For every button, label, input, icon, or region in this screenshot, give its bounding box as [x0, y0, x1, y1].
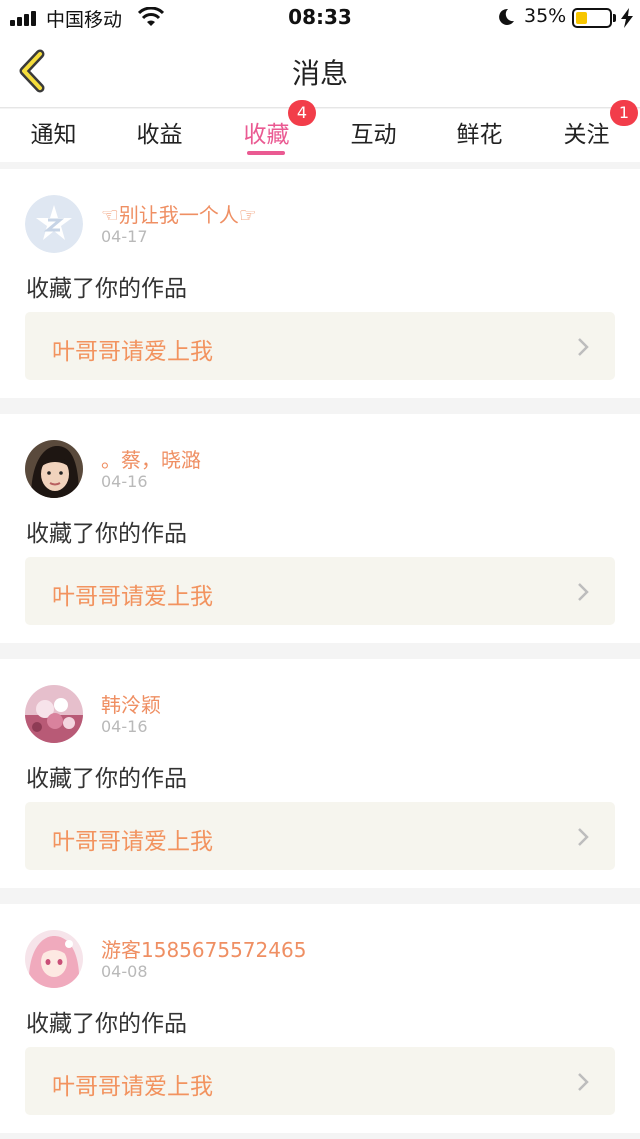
chevron-right-icon: [578, 1073, 589, 1091]
work-link[interactable]: 叶哥哥请爱上我: [25, 1047, 615, 1115]
tab-earnings[interactable]: 收益: [106, 115, 213, 149]
action-text: 收藏了你的作品: [26, 1011, 187, 1037]
item-date: 04-16: [101, 472, 148, 491]
item-date: 04-16: [101, 717, 148, 736]
work-title: 叶哥哥请爱上我: [52, 1074, 213, 1100]
chevron-right-icon: [578, 583, 589, 601]
active-tab-indicator: [247, 151, 285, 155]
avatar[interactable]: [25, 685, 83, 743]
avatar[interactable]: [25, 195, 83, 253]
user-name[interactable]: 韩泠颖: [101, 689, 161, 718]
list-item: 。蔡，晓潞 04-16 收藏了你的作品 叶哥哥请爱上我: [0, 414, 640, 643]
tabs-divider: [0, 162, 640, 168]
work-link[interactable]: 叶哥哥请爱上我: [25, 802, 615, 870]
chevron-right-icon: [578, 338, 589, 356]
list-item: 韩泠颖 04-16 收藏了你的作品 叶哥哥请爱上我: [0, 659, 640, 888]
anime-avatar-icon: [25, 930, 83, 988]
battery-icon: [572, 8, 612, 28]
work-title: 叶哥哥请爱上我: [52, 829, 213, 855]
item-date: 04-17: [101, 227, 148, 246]
work-link[interactable]: 叶哥哥请爱上我: [25, 557, 615, 625]
status-bar: 中国移动 08:33 35%: [0, 0, 640, 36]
avatar[interactable]: [25, 440, 83, 498]
work-title: 叶哥哥请爱上我: [52, 339, 213, 365]
action-text: 收藏了你的作品: [26, 521, 187, 547]
user-name[interactable]: ☜别让我一个人☞: [101, 199, 257, 228]
work-link[interactable]: 叶哥哥请爱上我: [25, 312, 615, 380]
moon-icon: [499, 8, 514, 25]
list-item: ☜别让我一个人☞ 04-17 收藏了你的作品 叶哥哥请爱上我: [0, 169, 640, 398]
item-date: 04-08: [101, 962, 148, 981]
flower-avatar-icon: [25, 685, 83, 743]
photo-avatar-icon: [25, 440, 83, 498]
avatar[interactable]: [25, 930, 83, 988]
user-name[interactable]: 。蔡，晓潞: [101, 444, 201, 473]
tab-bar: 通知 收益 收藏 互动 鲜花 关注 4 1: [0, 100, 640, 162]
favorites-badge: 4: [288, 100, 316, 126]
battery-nub: [613, 14, 616, 22]
work-title: 叶哥哥请爱上我: [52, 584, 213, 610]
action-text: 收藏了你的作品: [26, 766, 187, 792]
follows-badge: 1: [610, 100, 638, 126]
user-name[interactable]: 游客1585675572465: [101, 934, 306, 963]
tab-interactions[interactable]: 互动: [320, 115, 427, 149]
battery-level-fill: [576, 12, 587, 24]
list-item: 游客1585675572465 04-08 收藏了你的作品 叶哥哥请爱上我: [0, 904, 640, 1133]
battery-percent: 35%: [524, 5, 567, 27]
nav-header: 消息: [0, 36, 640, 108]
chevron-right-icon: [578, 828, 589, 846]
charging-bolt-icon: [621, 8, 633, 28]
tab-flowers[interactable]: 鲜花: [426, 115, 533, 149]
page-title: 消息: [291, 57, 348, 90]
qq-default-avatar-icon: [25, 195, 83, 253]
tab-notifications[interactable]: 通知: [0, 115, 107, 149]
action-text: 收藏了你的作品: [26, 276, 187, 302]
